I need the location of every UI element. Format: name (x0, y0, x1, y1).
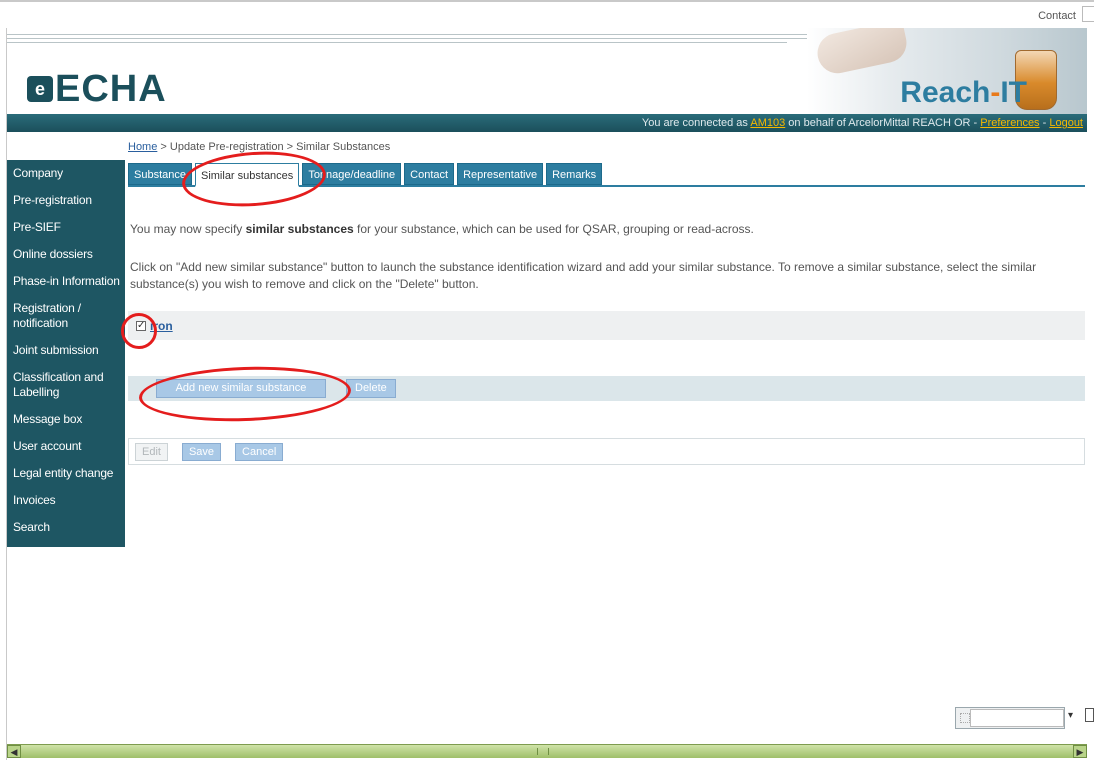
intro-suffix: for your substance, which can be used fo… (353, 222, 754, 236)
hand-image (813, 28, 911, 77)
save-button[interactable]: Save (181, 442, 222, 461)
connection-bar: You are connected as AM103 on behalf of … (7, 114, 1087, 132)
sidebar-item-message-box[interactable]: Message box (7, 406, 125, 433)
tab-tonnage-deadline[interactable]: Tonnage/deadline (302, 163, 402, 185)
breadcrumb-trail: > Update Pre-registration > Similar Subs… (157, 141, 391, 153)
preferences-link[interactable]: Preferences (980, 117, 1039, 129)
user-link[interactable]: AM103 (750, 117, 785, 129)
breadcrumb: Home > Update Pre-registration > Similar… (128, 141, 390, 153)
reach-it-dash: - (990, 76, 1001, 109)
instructions-text: Click on "Add new similar substance" but… (130, 260, 1037, 291)
scroll-right-icon[interactable]: ▶ (1073, 745, 1087, 758)
breadcrumb-home[interactable]: Home (128, 141, 157, 153)
substance-checkbox[interactable]: ✓ (136, 320, 146, 331)
zoom-widget (955, 707, 1065, 729)
sidebar-item-company[interactable]: Company (7, 160, 125, 187)
add-similar-substance-button[interactable]: Add new similar substance (156, 379, 326, 398)
action-bar: Add new similar substance Delete (128, 376, 1085, 401)
zoom-input[interactable] (970, 709, 1064, 727)
header-line (7, 34, 827, 35)
reach-it-suffix: IT (1000, 76, 1027, 109)
logout-link[interactable]: Logout (1049, 117, 1083, 129)
sidebar-item-pre-registration[interactable]: Pre-registration (7, 187, 125, 214)
echa-logo[interactable]: e ECHA (27, 70, 167, 108)
sidebar-item-phase-in-information[interactable]: Phase-in Information (7, 268, 125, 295)
top-strip: Contact (0, 0, 1094, 28)
echa-logo-icon: e (27, 76, 53, 102)
sidebar-item-search[interactable]: Search (7, 514, 125, 541)
connection-prefix: You are connected as (641, 117, 751, 129)
sidebar-item-joint-submission[interactable]: Joint submission (7, 337, 125, 364)
intro-bold: similar substances (245, 222, 354, 236)
window-left-edge (0, 0, 7, 760)
header-line (7, 42, 787, 43)
sidebar-item-invoices[interactable]: Invoices (7, 487, 125, 514)
corner-frame (1082, 6, 1094, 22)
tab-substance[interactable]: Substance (128, 163, 192, 185)
cancel-button[interactable]: Cancel (235, 442, 284, 461)
sidebar-item-online-dossiers[interactable]: Online dossiers (7, 241, 125, 268)
header-line (7, 38, 807, 39)
sidebar-item-registration-notification[interactable]: Registration / notification (7, 295, 125, 337)
scroll-grip-icon[interactable] (537, 748, 549, 755)
sidebar-item-classification-labelling[interactable]: Classification and Labelling (7, 364, 125, 406)
sidebar-item-legal-entity-change[interactable]: Legal entity change (7, 460, 125, 487)
scroll-left-icon[interactable]: ◀ (7, 745, 21, 758)
list-item: ✓ iron (128, 311, 1085, 340)
tab-similar-substances[interactable]: Similar substances (194, 163, 300, 187)
sidebar-item-pre-sief[interactable]: Pre-SIEF (7, 214, 125, 241)
window-edge-box (1085, 708, 1094, 722)
reach-it-logo: Reach-IT (900, 76, 1027, 110)
substance-link[interactable]: iron (150, 319, 173, 333)
intro-prefix: You may now specify (130, 222, 246, 236)
horizontal-scrollbar[interactable]: ◀ ▶ (7, 744, 1087, 758)
edit-button[interactable]: Edit (135, 442, 168, 461)
sidebar: Company Pre-registration Pre-SIEF Online… (7, 160, 125, 547)
reach-it-name: Reach (900, 76, 991, 109)
tab-remarks[interactable]: Remarks (546, 163, 603, 185)
echa-logo-text: ECHA (55, 68, 167, 110)
chevron-down-icon[interactable]: ▾ (1068, 710, 1073, 721)
contact-link[interactable]: Contact (1038, 10, 1076, 22)
delete-button[interactable]: Delete (346, 379, 396, 398)
connection-sep: - (1039, 117, 1050, 129)
sidebar-item-user-account[interactable]: User account (7, 433, 125, 460)
tab-representative[interactable]: Representative (457, 163, 544, 185)
header-banner: e ECHA Reach-IT (7, 28, 1087, 114)
tab-contact[interactable]: Contact (404, 163, 455, 185)
form-bar: Edit Save Cancel (128, 438, 1085, 465)
connection-middle: on behalf of ArcelorMittal REACH OR - (785, 117, 981, 129)
grip-icon (960, 713, 970, 723)
tab-bar: Substance Similar substances Tonnage/dea… (128, 163, 1085, 187)
intro-text: You may now specify similar substances f… (130, 222, 1080, 236)
